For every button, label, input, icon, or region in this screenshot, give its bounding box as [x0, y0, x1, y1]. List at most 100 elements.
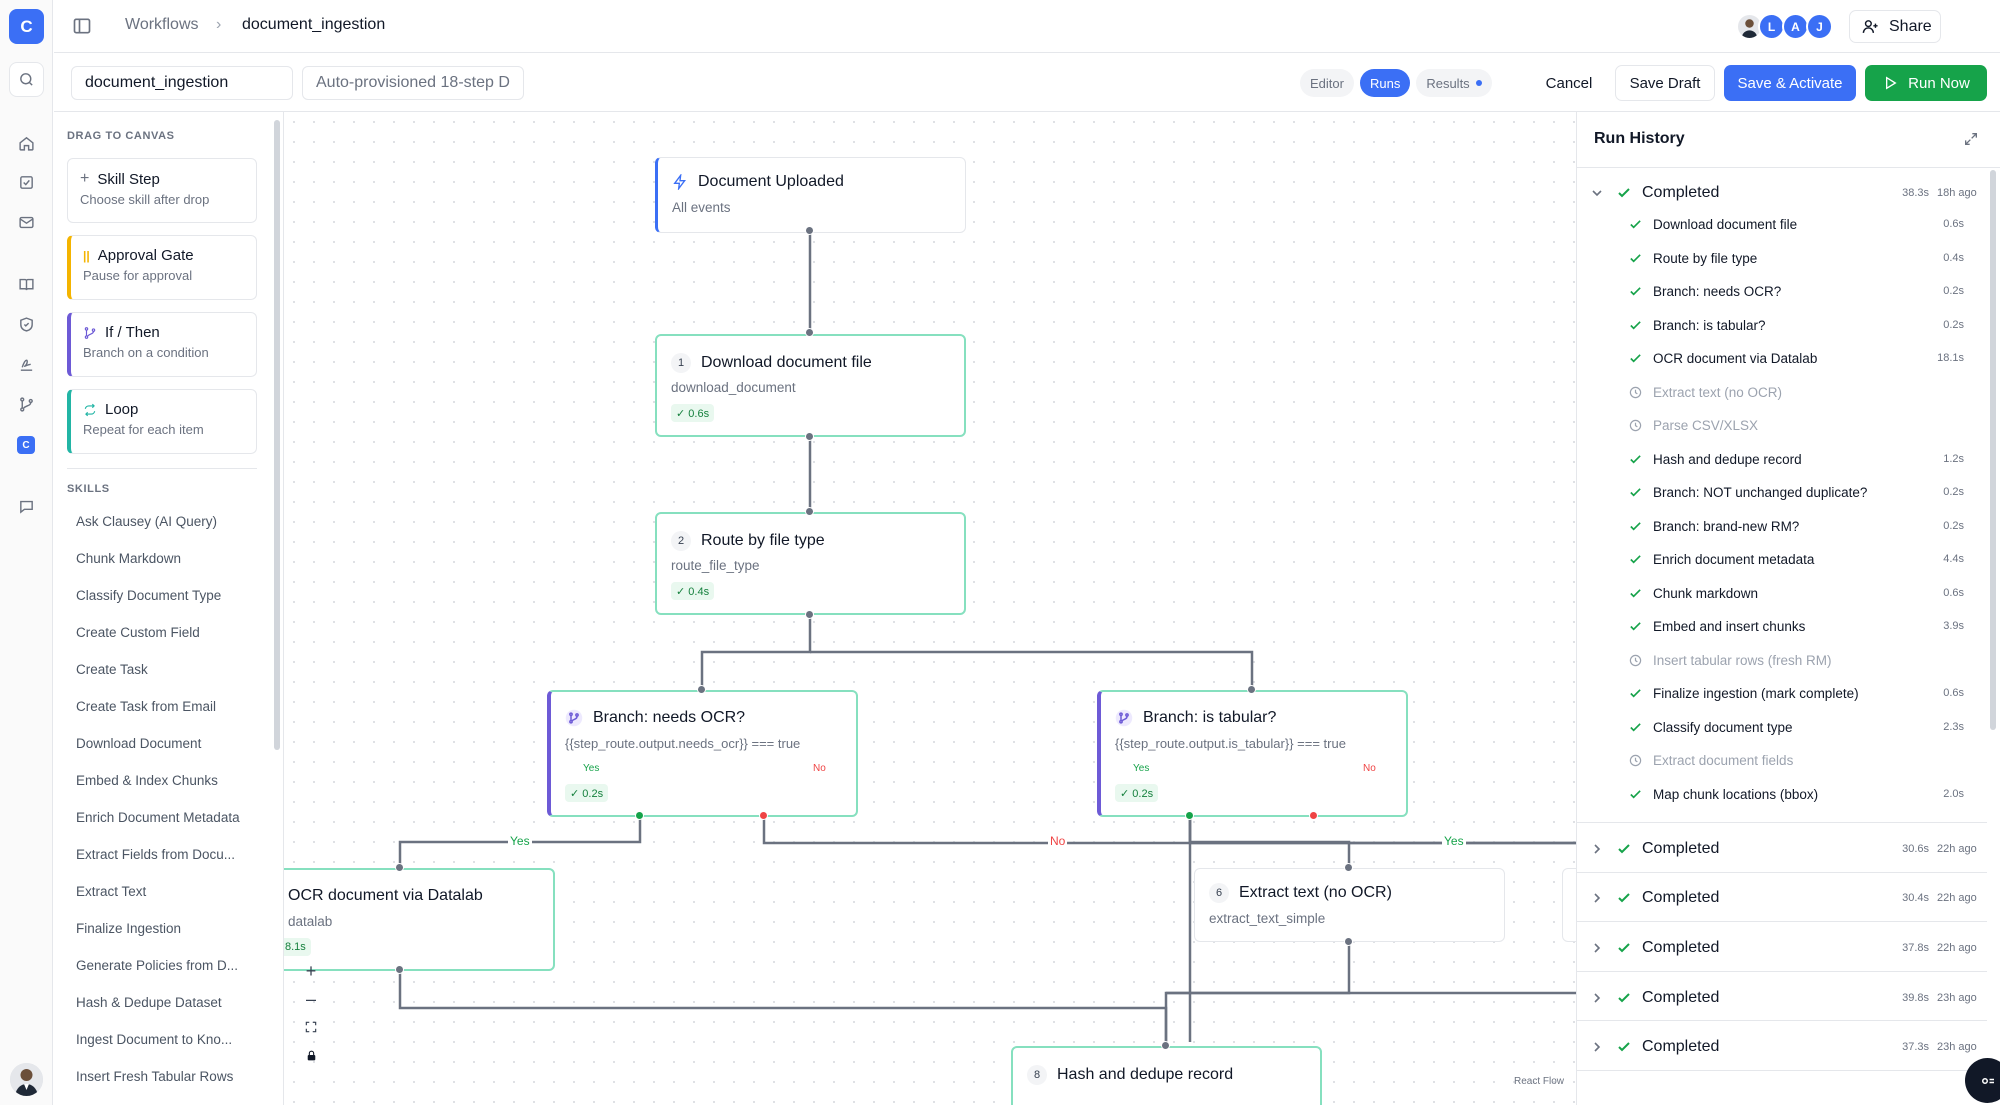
run-step-row[interactable]: Parse CSV/XLSX: [1577, 413, 1987, 439]
tasks-icon[interactable]: [14, 170, 38, 194]
skill-item[interactable]: Ingest Document to Kno...: [76, 1032, 232, 1047]
edge-route-needs-ocr[interactable]: [700, 615, 812, 690]
palette-approval-gate[interactable]: || Approval Gate Pause for approval: [67, 235, 257, 300]
fit-view-icon[interactable]: [296, 1013, 326, 1041]
run-step-row[interactable]: Embed and insert chunks 3.9s: [1577, 614, 1987, 640]
node-parse-csv-partial[interactable]: [1562, 868, 1576, 942]
edge-tabular-to-extract[interactable]: [1188, 816, 1351, 868]
run-step-row[interactable]: Branch: NOT unchanged duplicate? 0.2s: [1577, 480, 1987, 506]
chevron-down-icon[interactable]: [1591, 187, 1603, 199]
node-extract-text[interactable]: 6 Extract text (no OCR) extract_text_simp…: [1194, 868, 1505, 942]
cancel-button[interactable]: Cancel: [1534, 65, 1604, 101]
node-handle[interactable]: [805, 432, 814, 441]
run-step-row[interactable]: Map chunk locations (bbox) 2.0s: [1577, 782, 1987, 808]
skill-item[interactable]: Create Task from Email: [76, 699, 216, 714]
skill-item[interactable]: Hash & Dedupe Dataset: [76, 995, 222, 1010]
book-icon[interactable]: [14, 272, 38, 296]
skill-item[interactable]: Create Custom Field: [76, 625, 200, 640]
tab-runs[interactable]: Runs: [1359, 69, 1411, 97]
chat-icon[interactable]: [14, 494, 38, 518]
tab-results[interactable]: Results: [1416, 69, 1492, 97]
node-branch-needs-ocr[interactable]: Branch: needs OCR? {{step_route.output.n…: [547, 690, 858, 817]
node-branch-is-tabular[interactable]: Branch: is tabular? {{step_route.output.…: [1097, 690, 1408, 817]
palette-if-then[interactable]: If / Then Branch on a condition: [67, 312, 257, 377]
history-scrollbar[interactable]: [1990, 170, 1996, 730]
run-row[interactable]: Completed 37.3s 23h ago: [1577, 1028, 1987, 1066]
branch-no-handle[interactable]: [1309, 811, 1318, 820]
skill-item[interactable]: Embed & Index Chunks: [76, 773, 218, 788]
tab-editor[interactable]: Editor: [1300, 69, 1354, 97]
branch-yes-handle[interactable]: [1185, 811, 1194, 820]
chevron-right-icon[interactable]: [1591, 843, 1603, 855]
node-handle[interactable]: [395, 863, 404, 872]
node-download-document[interactable]: 1 Download document file download_documen…: [655, 334, 966, 437]
skill-item[interactable]: Insert Fresh Tabular Rows: [76, 1069, 233, 1084]
run-step-row[interactable]: Finalize ingestion (mark complete) 0.6s: [1577, 681, 1987, 707]
node-handle[interactable]: [805, 610, 814, 619]
collaborator-avatar[interactable]: J: [1806, 13, 1833, 40]
run-now-button[interactable]: Run Now: [1865, 65, 1987, 101]
run-row[interactable]: Completed 30.6s 22h ago: [1577, 830, 1987, 868]
palette-scrollbar[interactable]: [273, 112, 281, 752]
skill-item[interactable]: Finalize Ingestion: [76, 921, 181, 936]
node-handle[interactable]: [1344, 937, 1353, 946]
run-step-row[interactable]: Chunk markdown 0.6s: [1577, 581, 1987, 607]
run-step-row[interactable]: Insert tabular rows (fresh RM): [1577, 648, 1987, 674]
collaborator-avatar[interactable]: L: [1758, 13, 1785, 40]
shield-icon[interactable]: [14, 312, 38, 336]
node-handle[interactable]: [1344, 863, 1353, 872]
node-route-by-file-type[interactable]: 2 Route by file type route_file_type ✓ 0.…: [655, 512, 966, 615]
chevron-right-icon[interactable]: [1591, 992, 1603, 1004]
search-icon[interactable]: [9, 62, 44, 97]
skill-item[interactable]: Enrich Document Metadata: [76, 810, 240, 825]
skill-item[interactable]: Download Document: [76, 736, 201, 751]
lock-icon[interactable]: [296, 1041, 326, 1069]
edge-ocr-to-hash[interactable]: [398, 970, 1168, 1046]
mail-icon[interactable]: [14, 210, 38, 234]
branch-no-handle[interactable]: [759, 811, 768, 820]
home-icon[interactable]: [14, 131, 38, 155]
collaborator-avatar[interactable]: A: [1782, 13, 1809, 40]
skill-item[interactable]: Generate Policies from D...: [76, 958, 238, 973]
workflow-name-input[interactable]: [71, 66, 293, 100]
node-handle[interactable]: [395, 965, 404, 974]
run-step-row[interactable]: Branch: is tabular? 0.2s: [1577, 313, 1987, 339]
node-handle[interactable]: [805, 226, 814, 235]
app-logo[interactable]: C: [9, 9, 44, 44]
edge-route-is-tabular[interactable]: [810, 650, 1254, 690]
workflow-icon[interactable]: [14, 392, 38, 416]
branch-yes-handle[interactable]: [635, 811, 644, 820]
skill-item[interactable]: Extract Fields from Docu...: [76, 847, 235, 862]
run-step-row[interactable]: Hash and dedupe record 1.2s: [1577, 447, 1987, 473]
sidebar-toggle-icon[interactable]: [72, 16, 92, 36]
skill-item[interactable]: Ask Clausey (AI Query): [76, 514, 217, 529]
node-handle[interactable]: [805, 507, 814, 516]
chevron-right-icon[interactable]: [1591, 892, 1603, 904]
zoom-out-icon[interactable]: –: [296, 985, 326, 1013]
chevron-right-icon[interactable]: [1591, 1041, 1603, 1053]
run-step-row[interactable]: OCR document via Datalab 18.1s: [1577, 346, 1987, 372]
workflow-canvas[interactable]: Document Uploaded All events 1 Download d…: [284, 112, 1576, 1105]
run-row[interactable]: Completed 37.8s 22h ago: [1577, 929, 1987, 967]
run-row-expanded[interactable]: Completed 38.3s 18h ago: [1577, 174, 1987, 212]
zoom-in-icon[interactable]: +: [296, 957, 326, 985]
run-step-row[interactable]: Extract document fields: [1577, 748, 1987, 774]
skill-item[interactable]: Extract Text: [76, 884, 146, 899]
skill-item[interactable]: Create Task: [76, 662, 148, 677]
node-ocr-document[interactable]: OCR document via Datalab datalab 8.1s: [284, 868, 555, 971]
palette-loop[interactable]: Loop Repeat for each item: [67, 389, 257, 454]
save-activate-button[interactable]: Save & Activate: [1724, 65, 1856, 101]
palette-skill-step[interactable]: + Skill Step Choose skill after drop: [67, 158, 257, 223]
run-step-row[interactable]: Branch: needs OCR? 0.2s: [1577, 279, 1987, 305]
skill-item[interactable]: Chunk Markdown: [76, 551, 181, 566]
expand-icon[interactable]: [1963, 131, 1979, 147]
react-flow-attribution[interactable]: React Flow: [1514, 1076, 1564, 1087]
node-handle[interactable]: [805, 328, 814, 337]
workspace-icon[interactable]: C: [17, 436, 35, 454]
node-hash-dedupe[interactable]: 8 Hash and dedupe record: [1011, 1046, 1322, 1105]
share-button[interactable]: Share: [1849, 10, 1941, 43]
breadcrumb-workflows[interactable]: Workflows: [125, 16, 199, 34]
node-handle[interactable]: [1247, 685, 1256, 694]
edge-tabular-yes[interactable]: [1188, 816, 1576, 845]
run-step-row[interactable]: Download document file 0.6s: [1577, 212, 1987, 238]
